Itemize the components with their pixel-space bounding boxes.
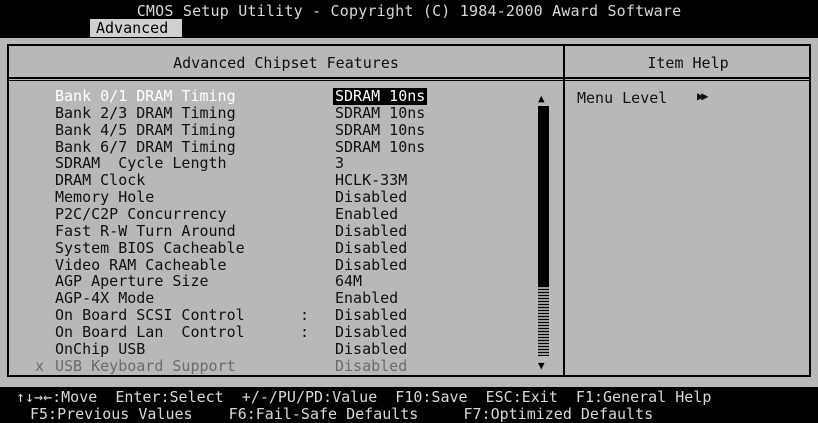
scrollbar-track-dotted [538, 286, 549, 356]
setting-label: Bank 0/1 DRAM Timing [55, 87, 236, 105]
setting-separator: : [300, 306, 310, 325]
setting-row[interactable]: SDRAM Cycle Length 3 [0, 155, 560, 172]
setting-separator: : [300, 322, 310, 341]
setting-row[interactable]: System BIOS Cacheable Disabled [0, 238, 560, 257]
scrollbar-thumb[interactable] [538, 106, 549, 286]
setting-value[interactable]: SDRAM 10ns [333, 104, 427, 122]
setting-value[interactable]: SDRAM 10ns [333, 138, 427, 156]
key-help-line-2: F5:Previous Values F6:Fail-Safe Defaults… [30, 405, 654, 423]
setting-label: Video RAM Cacheable [55, 255, 227, 274]
setting-row[interactable]: P2C/C2P Concurrency Enabled [0, 204, 560, 223]
setting-label: System BIOS Cacheable [55, 238, 245, 257]
setting-row[interactable]: Bank 2/3 DRAM Timing SDRAM 10ns [0, 103, 560, 122]
panel-title-item-help: Item Help [647, 54, 729, 72]
setting-value[interactable]: SDRAM 10ns [333, 88, 428, 105]
setting-value[interactable]: Disabled [333, 323, 409, 341]
setting-row[interactable]: Memory Hole Disabled [0, 189, 560, 206]
setting-label: SDRAM Cycle Length [55, 154, 227, 173]
setting-label: AGP Aperture Size [55, 272, 209, 291]
key-help-bar: ↑↓→←:Move Enter:Select +/-/PU/PD:Value F… [0, 387, 818, 423]
setting-label: P2C/C2P Concurrency [55, 204, 227, 223]
setting-value[interactable]: Disabled [333, 307, 409, 324]
unavailable-marker: x [35, 356, 45, 375]
setting-row[interactable]: Fast R-W Turn Around Disabled [0, 221, 560, 240]
menu-level-label: Menu Level [577, 89, 668, 107]
setting-row[interactable]: DRAM Clock HCLK-33M [0, 172, 560, 189]
setting-row[interactable]: Bank 0/1 DRAM Timing SDRAM 10ns [0, 88, 560, 105]
key-help-line-1: ↑↓→←:Move Enter:Select +/-/PU/PD:Value F… [16, 388, 712, 406]
setting-row[interactable]: Video RAM Cacheable Disabled [0, 255, 560, 274]
setting-label: OnChip USB [55, 339, 146, 358]
setting-value[interactable]: SDRAM 10ns [333, 121, 427, 139]
setting-label: DRAM Clock [55, 171, 146, 190]
setting-value: Disabled [335, 356, 408, 375]
setting-label: USB Keyboard Support [55, 356, 236, 375]
setting-label: Memory Hole [55, 188, 155, 207]
setting-row: x USB Keyboard Support Disabled [0, 356, 560, 375]
setting-value[interactable]: 3 [333, 155, 346, 172]
setting-value[interactable]: Enabled [333, 290, 400, 307]
setting-value[interactable]: Disabled [333, 189, 409, 206]
app-title: CMOS Setup Utility - Copyright (C) 1984-… [136, 2, 682, 20]
setting-row[interactable]: AGP-4X Mode Enabled [0, 290, 560, 307]
setting-value[interactable]: Disabled [333, 340, 409, 358]
setting-row[interactable]: On Board Lan Control: Disabled [0, 322, 560, 341]
title-bar: CMOS Setup Utility - Copyright (C) 1984-… [0, 0, 818, 38]
menu-level-arrow-icon: ▶▶ [697, 89, 709, 103]
setting-value[interactable]: Disabled [333, 239, 409, 257]
scroll-up-arrow-icon[interactable]: ▲ [538, 92, 545, 105]
panel-divider [563, 44, 565, 377]
menu-tab-advanced[interactable]: Advanced [90, 19, 182, 37]
panel-title-features: Advanced Chipset Features [173, 54, 399, 72]
setting-value[interactable]: Disabled [333, 222, 409, 240]
setting-value[interactable]: 64M [333, 273, 364, 290]
setting-row[interactable]: OnChip USB Disabled [0, 339, 560, 358]
setting-label: On Board SCSI Control [55, 306, 245, 325]
setting-row[interactable]: AGP Aperture Size 64M [0, 273, 560, 290]
scroll-down-arrow-icon[interactable]: ▼ [538, 359, 545, 372]
header-divider [9, 77, 809, 79]
setting-label: Bank 2/3 DRAM Timing [55, 103, 236, 122]
setting-label: Bank 6/7 DRAM Timing [55, 137, 236, 156]
setting-label: On Board Lan Control [55, 322, 245, 341]
setting-row[interactable]: On Board SCSI Control: Disabled [0, 307, 560, 324]
setting-row[interactable]: Bank 4/5 DRAM Timing SDRAM 10ns [0, 120, 560, 139]
setting-label: Bank 4/5 DRAM Timing [55, 120, 236, 139]
setting-label: AGP-4X Mode [55, 289, 155, 308]
setting-label: Fast R-W Turn Around [55, 221, 236, 240]
header-divider-inner [9, 80, 809, 81]
setting-value[interactable]: Enabled [333, 205, 400, 223]
setting-value[interactable]: HCLK-33M [333, 172, 409, 189]
setting-row[interactable]: Bank 6/7 DRAM Timing SDRAM 10ns [0, 137, 560, 156]
setting-value[interactable]: Disabled [333, 256, 409, 274]
